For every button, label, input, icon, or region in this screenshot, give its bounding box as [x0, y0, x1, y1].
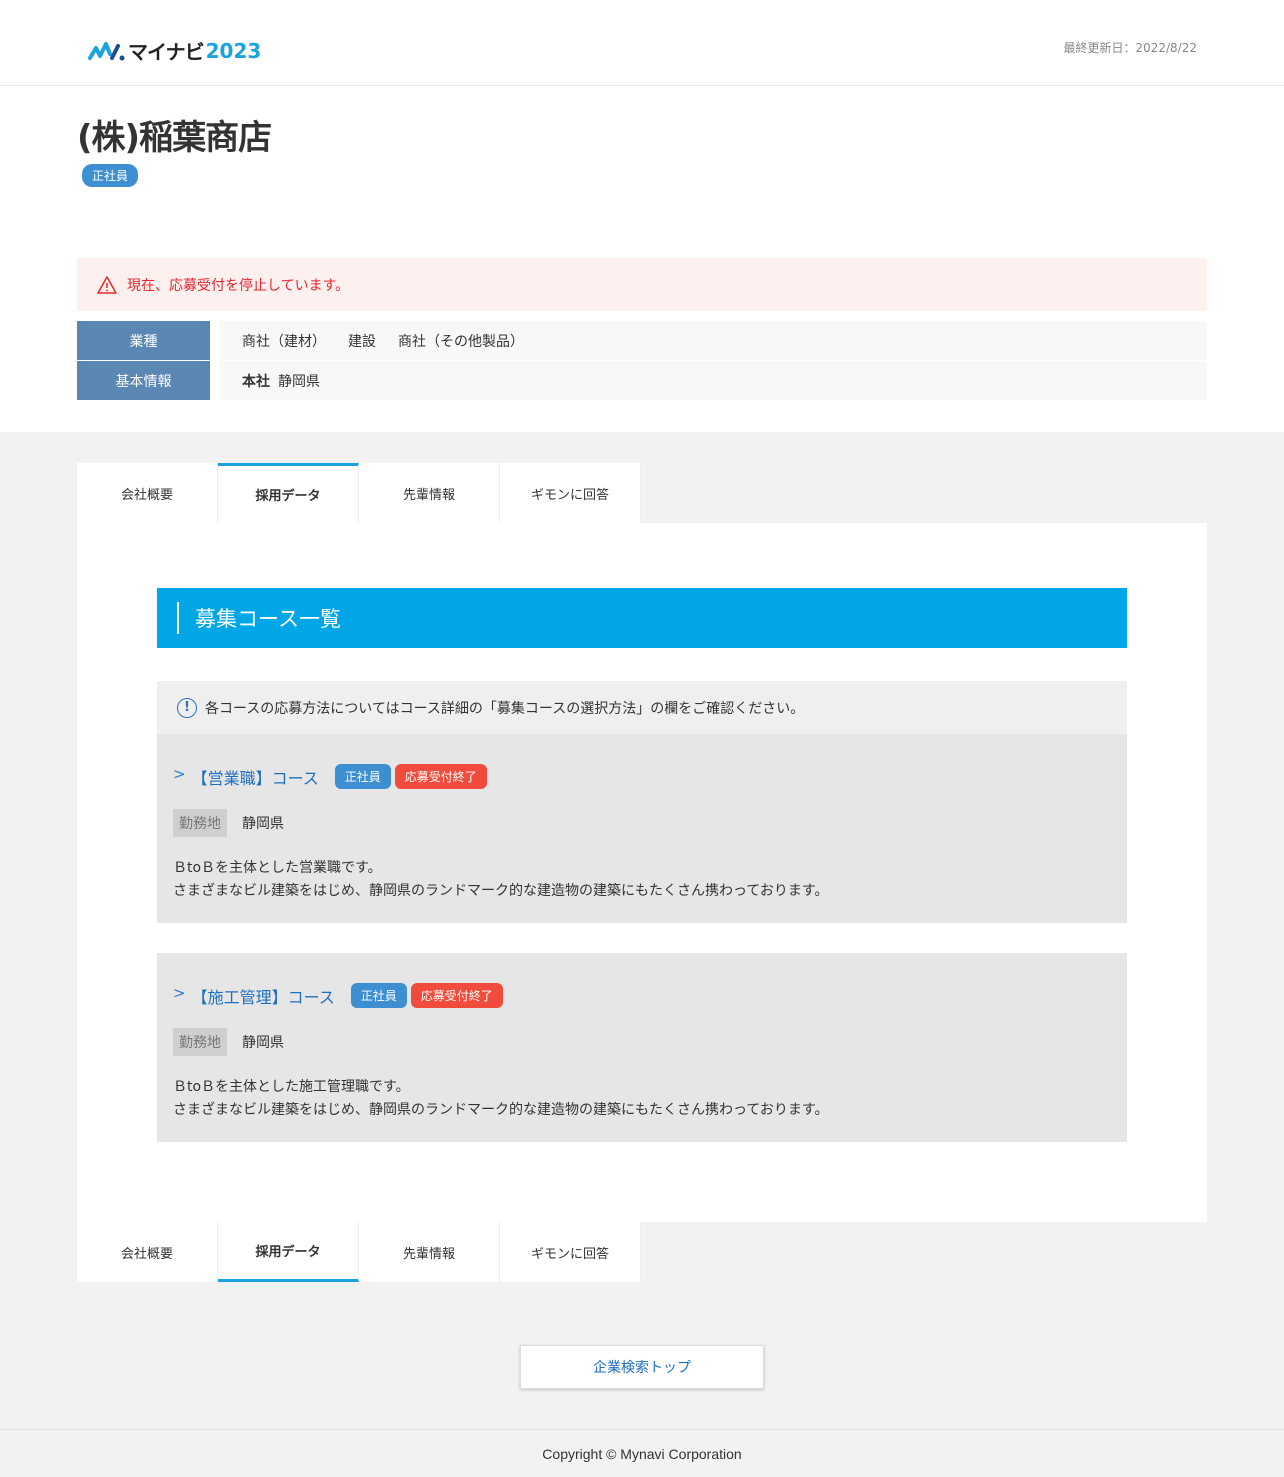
course-title-row: > 【営業職】コース 正社員 応募受付終了 — [173, 764, 1111, 789]
industry-item: 商社（建材） — [242, 333, 326, 350]
tab-recruitment-data[interactable]: 採用データ — [218, 1222, 359, 1282]
status-badge: 応募受付終了 — [394, 764, 487, 789]
location-row: 勤務地 静岡県 — [173, 809, 1111, 837]
company-search-top-button[interactable]: 企業検索トップ — [520, 1345, 764, 1389]
basic-info-values: 本社 静岡県 — [220, 361, 1207, 400]
tab-company-overview[interactable]: 会社概要 — [77, 463, 218, 523]
course-desc-line: ＢtoＢを主体とした施工管理職です。 — [173, 1079, 410, 1095]
tab-recruitment-data[interactable]: 採用データ — [218, 463, 359, 523]
mynavi-logo-icon — [88, 41, 125, 60]
last-updated: 最終更新日：2022/8/22 — [1063, 41, 1197, 55]
mynavi-logo[interactable]: マイナビ 2023 — [88, 36, 261, 65]
location-row: 勤務地 静岡県 — [173, 1028, 1111, 1056]
employment-badge: 正社員 — [82, 164, 139, 187]
tab-senior-info[interactable]: 先輩情報 — [359, 463, 500, 523]
industry-label: 業種 — [77, 321, 210, 360]
location-label: 勤務地 — [173, 809, 227, 837]
course-title-link[interactable]: 【施工管理】コース — [192, 984, 335, 1008]
employment-type-badge: 正社員 — [334, 764, 391, 789]
tab-bar-bottom: 会社概要 採用データ 先輩情報 ギモンに回答 — [77, 1222, 643, 1282]
chevron-right-icon: > — [173, 764, 186, 783]
course-card: > 【施工管理】コース 正社員 応募受付終了 勤務地 静岡県 ＢtoＢを主体とし… — [157, 953, 1127, 1142]
footer-copyright: Copyright © Mynavi Corporation — [0, 1429, 1284, 1477]
logo-year: 2023 — [205, 38, 262, 63]
location-value: 静岡県 — [242, 816, 284, 832]
alert-text: 現在、応募受付を停止しています。 — [127, 277, 350, 294]
notice-text: 各コースの応募方法についてはコース詳細の「募集コースの選択方法」の欄をご確認くだ… — [205, 700, 805, 717]
employment-type-badge: 正社員 — [350, 983, 407, 1008]
course-title-row: > 【施工管理】コース 正社員 応募受付終了 — [173, 983, 1111, 1008]
logo-text: マイナビ — [128, 40, 205, 64]
basic-info-label: 基本情報 — [77, 361, 210, 400]
section-header: 募集コース一覧 — [157, 588, 1127, 648]
location-label: 勤務地 — [173, 1028, 227, 1056]
course-title-link[interactable]: 【営業職】コース — [192, 765, 319, 789]
hq-label: 本社 — [242, 373, 270, 390]
tab-senior-info[interactable]: 先輩情報 — [359, 1222, 500, 1282]
tab-qa[interactable]: ギモンに回答 — [500, 1222, 641, 1282]
industry-item: 商社（その他製品） — [398, 333, 524, 350]
chevron-right-icon: > — [173, 983, 186, 1002]
course-description: ＢtoＢを主体とした営業職です。 さまざまなビル建築をはじめ、静岡県のランドマー… — [173, 857, 1111, 903]
course-desc-line: さまざまなビル建築をはじめ、静岡県のランドマーク的な建造物の建築にもたくさん携わ… — [173, 1102, 829, 1118]
tab-company-overview[interactable]: 会社概要 — [77, 1222, 218, 1282]
info-icon: ! — [177, 697, 197, 718]
section-title: 募集コース一覧 — [195, 607, 341, 631]
basic-info-row: 基本情報 本社 静岡県 — [77, 361, 1207, 400]
course-desc-line: さまざまなビル建築をはじめ、静岡県のランドマーク的な建造物の建築にもたくさん携わ… — [173, 883, 829, 899]
company-info-table: 業種 商社（建材） 建設 商社（その他製品） 基本情報 本社 静岡県 — [77, 321, 1207, 401]
company-name: (株)稲葉商店 — [77, 118, 272, 158]
site-header: マイナビ 2023 最終更新日：2022/8/22 — [0, 0, 1284, 86]
location-value: 静岡県 — [242, 1035, 284, 1051]
tab-bar-top: 会社概要 採用データ 先輩情報 ギモンに回答 — [77, 463, 643, 523]
application-closed-alert: 現在、応募受付を停止しています。 — [77, 258, 1207, 311]
course-description: ＢtoＢを主体とした施工管理職です。 さまざまなビル建築をはじめ、静岡県のランド… — [173, 1076, 1111, 1122]
course-card: > 【営業職】コース 正社員 応募受付終了 勤務地 静岡県 ＢtoＢを主体とした… — [157, 734, 1127, 923]
industry-item: 建設 — [348, 333, 376, 350]
status-badge: 応募受付終了 — [410, 983, 503, 1008]
industry-values: 商社（建材） 建設 商社（その他製品） — [220, 321, 1207, 360]
industry-row: 業種 商社（建材） 建設 商社（その他製品） — [77, 321, 1207, 360]
notice-box: ! 各コースの応募方法についてはコース詳細の「募集コースの選択方法」の欄をご確認… — [157, 681, 1127, 734]
course-desc-line: ＢtoＢを主体とした営業職です。 — [173, 860, 382, 876]
hq-value: 静岡県 — [278, 373, 320, 390]
recruitment-content: 募集コース一覧 ! 各コースの応募方法についてはコース詳細の「募集コースの選択方… — [77, 523, 1207, 1222]
warning-icon — [97, 275, 117, 294]
tab-qa[interactable]: ギモンに回答 — [500, 463, 641, 523]
section-bar — [177, 602, 179, 634]
